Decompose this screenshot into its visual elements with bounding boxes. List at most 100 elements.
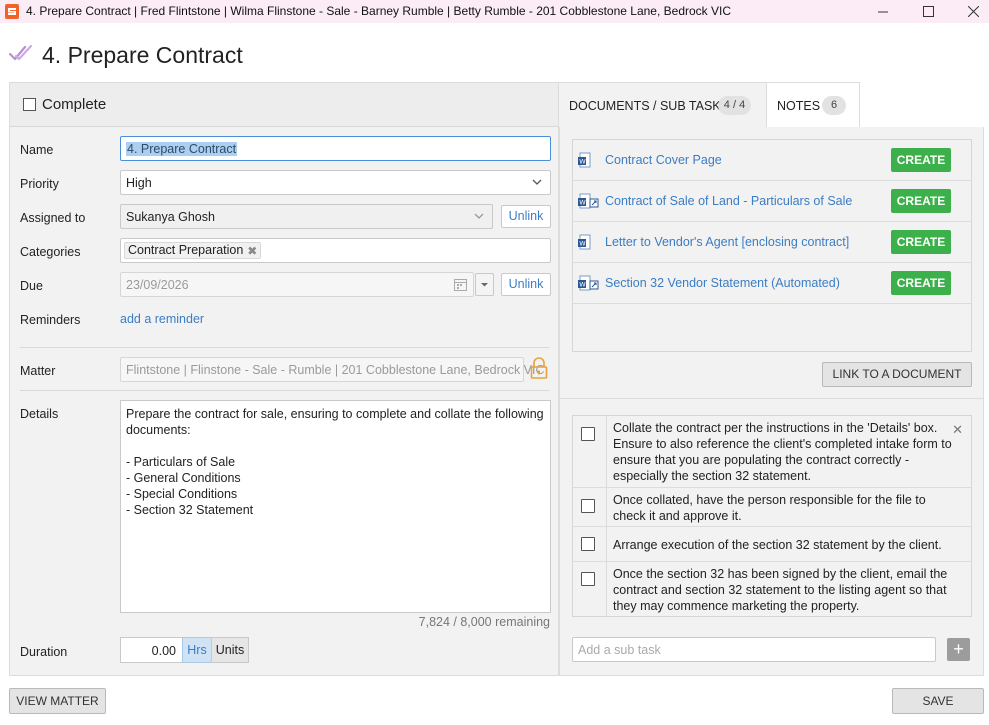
subtask-checkbox[interactable] (581, 572, 595, 586)
divider (20, 390, 550, 391)
create-document-button[interactable]: CREATE (891, 148, 951, 172)
subtask-text: Once the section 32 has been signed by t… (613, 567, 948, 613)
category-tag: Contract Preparation ✖ (124, 242, 262, 259)
priority-select[interactable]: High (120, 170, 551, 195)
word-document-link-icon: W (578, 193, 599, 209)
complete-checkbox[interactable] (23, 98, 36, 111)
svg-text:W: W (579, 240, 586, 248)
notes-count-badge: 6 (822, 96, 846, 115)
link-to-document-button[interactable]: LINK TO A DOCUMENT (822, 362, 972, 387)
due-date-input[interactable]: 23/09/2026 (120, 272, 474, 297)
app-logo-icon (5, 4, 19, 19)
documents-count-badge: 4 / 4 (718, 96, 751, 115)
document-link[interactable]: Section 32 Vendor Statement (Automated) (605, 276, 840, 290)
tab-documents-subtasks[interactable]: DOCUMENTS / SUB TASKS 4 / 4 (559, 82, 766, 127)
matter-value: Flintstone | Flinstone - Sale - Rumble |… (126, 363, 545, 377)
add-reminder-link[interactable]: add a reminder (120, 312, 204, 326)
view-matter-button[interactable]: VIEW MATTER (9, 688, 106, 714)
hrs-toggle-button[interactable]: Hrs (182, 637, 212, 663)
minimize-button[interactable] (860, 0, 906, 23)
assigned-value: Sukanya Ghosh (126, 210, 215, 224)
create-document-button[interactable]: CREATE (891, 271, 951, 295)
page-title: 4. Prepare Contract (42, 42, 243, 68)
divider (560, 398, 983, 399)
matter-input: Flintstone | Flinstone - Sale - Rumble |… (120, 357, 545, 382)
name-value: 4. Prepare Contract (126, 142, 238, 156)
due-label: Due (20, 279, 43, 293)
add-subtask-input[interactable]: Add a sub task (572, 637, 936, 662)
due-dropdown-button[interactable] (475, 273, 494, 296)
minimize-icon (877, 11, 888, 13)
delete-subtask-icon[interactable]: ✕ (952, 422, 963, 438)
tab-notes[interactable]: NOTES 6 (766, 82, 860, 127)
tab-notes-label: NOTES (777, 99, 821, 113)
subtask-check-cell (573, 488, 607, 526)
chevron-down-icon (474, 213, 484, 219)
name-input[interactable]: 4. Prepare Contract (120, 136, 551, 161)
documents-panel: W Contract Cover Page CREATE W Contract … (559, 127, 984, 676)
unlink-due-button[interactable]: Unlink (501, 273, 551, 296)
name-label: Name (20, 143, 54, 157)
maximize-button[interactable] (905, 0, 951, 23)
save-button[interactable]: SAVE (892, 688, 984, 714)
subtask-checkbox[interactable] (581, 499, 595, 513)
checkmark-task-icon (9, 44, 33, 61)
word-document-icon: W (578, 234, 591, 250)
subtask-row: Once collated, have the person responsib… (573, 488, 971, 527)
maximize-icon (922, 6, 934, 17)
subtask-row: Arrange execution of the section 32 stat… (573, 527, 971, 562)
caret-down-icon (481, 283, 488, 287)
document-link[interactable]: Contract Cover Page (605, 153, 722, 167)
subtask-check-cell (573, 562, 607, 616)
units-toggle-button[interactable]: Units (211, 637, 249, 663)
subtask-checkbox[interactable] (581, 427, 595, 441)
lock-icon[interactable] (529, 357, 549, 379)
priority-label: Priority (20, 177, 59, 191)
subtask-text: Arrange execution of the section 32 stat… (613, 538, 942, 552)
add-subtask-placeholder: Add a sub task (578, 643, 661, 657)
add-subtask-button[interactable]: + (947, 638, 970, 661)
subtask-check-cell (573, 416, 607, 487)
subtask-row: Once the section 32 has been signed by t… (573, 562, 971, 616)
svg-text:W: W (579, 199, 586, 207)
unlink-assigned-button[interactable]: Unlink (501, 205, 551, 228)
assigned-select[interactable]: Sukanya Ghosh (120, 204, 493, 229)
window-title: 4. Prepare Contract | Fred Flintstone | … (26, 4, 731, 18)
categories-input[interactable]: Contract Preparation ✖ (120, 238, 551, 263)
create-document-button[interactable]: CREATE (891, 230, 951, 254)
due-value: 23/09/2026 (126, 278, 189, 292)
document-link[interactable]: Letter to Vendor's Agent [enclosing cont… (605, 235, 849, 249)
subtask-text: Collate the contract per the instruction… (613, 421, 952, 483)
subtask-row: Collate the contract per the instruction… (573, 416, 971, 488)
categories-label: Categories (20, 245, 81, 259)
document-row: W Section 32 Vendor Statement (Automated… (573, 263, 971, 304)
details-textarea[interactable]: Prepare the contract for sale, ensuring … (120, 400, 551, 613)
title-bar: 4. Prepare Contract | Fred Flintstone | … (0, 0, 989, 23)
remove-tag-icon[interactable]: ✖ (247, 244, 257, 259)
subtask-text: Once collated, have the person responsib… (613, 493, 926, 523)
reminders-label: Reminders (20, 313, 81, 327)
subtask-check-cell (573, 527, 607, 561)
document-link[interactable]: Contract of Sale of Land - Particulars o… (605, 194, 852, 208)
details-char-counter: 7,824 / 8,000 remaining (418, 615, 550, 629)
duration-label: Duration (20, 645, 68, 659)
details-label: Details (20, 407, 59, 421)
assigned-label: Assigned to (20, 211, 86, 225)
subtask-list: Collate the contract per the instruction… (572, 415, 972, 617)
document-row: W Contract of Sale of Land - Particulars… (573, 181, 971, 222)
word-document-icon: W (578, 152, 591, 168)
close-button[interactable] (950, 0, 989, 23)
create-document-button[interactable]: CREATE (891, 189, 951, 213)
document-row: W Contract Cover Page CREATE (573, 140, 971, 181)
document-row: W Letter to Vendor's Agent [enclosing co… (573, 222, 971, 263)
word-document-link-icon: W (578, 275, 599, 291)
subtask-checkbox[interactable] (581, 537, 595, 551)
calendar-icon[interactable] (454, 278, 467, 291)
divider (20, 347, 550, 348)
task-details-panel: Complete Name 4. Prepare Contract Priori… (9, 82, 559, 676)
category-tag-label: Contract Preparation (128, 243, 244, 257)
svg-text:W: W (579, 281, 586, 289)
complete-bar: Complete (10, 83, 558, 127)
svg-text:W: W (579, 158, 586, 166)
duration-input[interactable]: 0.00 (120, 637, 182, 663)
